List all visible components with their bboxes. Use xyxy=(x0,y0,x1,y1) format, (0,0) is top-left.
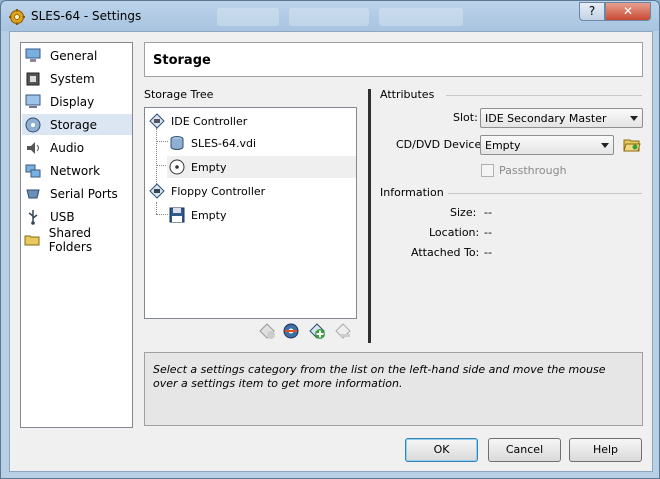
sidebar-item-general[interactable]: General xyxy=(22,45,132,66)
background-toolbar-ghost xyxy=(217,8,279,26)
cd-device-select[interactable]: Empty xyxy=(480,135,614,155)
passthrough-checkbox[interactable] xyxy=(481,164,494,177)
sidebar-item-usb[interactable]: USB xyxy=(22,206,132,227)
passthrough-label: Passthrough xyxy=(499,164,567,177)
panel-splitter[interactable] xyxy=(368,89,371,343)
cd-device-label: CD/DVD Device: xyxy=(396,138,485,151)
floppy-controller-icon xyxy=(149,183,165,199)
background-toolbar-ghost xyxy=(379,8,463,26)
add-controller-icon[interactable] xyxy=(258,322,276,340)
title-bar: SLES-64 - Settings ? ✕ xyxy=(1,1,659,31)
dialog-body: General System Display Storage Audio Net… xyxy=(9,31,653,472)
location-value: -- xyxy=(484,226,492,239)
sidebar-item-label: Storage xyxy=(50,117,97,132)
help-text-panel: Select a settings category from the list… xyxy=(144,352,643,426)
disk-icon xyxy=(24,117,42,133)
tree-item-label: Empty xyxy=(191,208,227,222)
sidebar-item-label: System xyxy=(50,71,95,86)
tree-item-label: SLES-64.vdi xyxy=(191,136,257,150)
attributes-heading: Attributes xyxy=(380,88,435,101)
monitor-icon xyxy=(24,48,42,64)
remove-attachment-icon[interactable] xyxy=(334,322,352,340)
section-divider xyxy=(448,193,642,194)
sidebar-item-label: Serial Ports xyxy=(50,186,118,201)
slot-value: IDE Secondary Master xyxy=(485,111,607,125)
sidebar-item-network[interactable]: Network xyxy=(22,160,132,181)
tree-connector xyxy=(156,141,168,142)
ok-button[interactable]: OK xyxy=(405,438,478,462)
speaker-icon xyxy=(24,140,42,156)
sidebar-item-label: Shared Folders xyxy=(48,225,93,254)
background-toolbar-ghost xyxy=(289,8,369,26)
tree-hard-disk[interactable]: SLES-64.vdi xyxy=(169,132,354,154)
information-heading: Information xyxy=(380,186,444,199)
gear-icon xyxy=(9,9,25,25)
sidebar-item-display[interactable]: Display xyxy=(22,91,132,112)
size-label: Size: xyxy=(450,206,477,219)
tree-connector xyxy=(156,128,157,184)
tree-connector xyxy=(156,214,168,215)
window-title: SLES-64 - Settings xyxy=(31,9,142,23)
sidebar-item-label: General xyxy=(50,48,98,63)
help-button[interactable]: Help xyxy=(569,438,642,462)
network-icon xyxy=(24,163,42,179)
location-label: Location: xyxy=(429,226,480,239)
serial-port-icon xyxy=(24,186,42,202)
chevron-down-icon xyxy=(601,143,609,148)
chip-icon xyxy=(24,71,42,87)
settings-window: SLES-64 - Settings ? ✕ General System Di… xyxy=(0,0,660,479)
page-title: Storage xyxy=(153,53,211,68)
storage-tree-label: Storage Tree xyxy=(144,88,214,101)
sidebar-item-label: Network xyxy=(50,163,101,178)
tree-cd-drive[interactable]: Empty xyxy=(167,156,356,178)
usb-icon xyxy=(24,209,42,225)
add-attachment-icon[interactable] xyxy=(308,322,326,340)
sidebar-item-label: Display xyxy=(50,94,95,109)
tree-ide-controller[interactable]: IDE Controller xyxy=(149,110,354,132)
sidebar-item-shared-folders[interactable]: Shared Folders xyxy=(22,226,132,254)
attached-to-value: -- xyxy=(484,246,492,259)
display-icon xyxy=(24,94,42,110)
slot-label: Slot: xyxy=(453,111,478,124)
tree-item-label: Empty xyxy=(191,160,227,174)
attached-to-label: Attached To: xyxy=(411,246,480,259)
cd-device-value: Empty xyxy=(485,138,521,152)
add-cd-icon[interactable] xyxy=(282,322,300,340)
help-text: Select a settings category from the list… xyxy=(153,363,606,390)
floppy-disk-icon xyxy=(169,207,185,223)
tree-floppy-controller[interactable]: Floppy Controller xyxy=(149,180,354,202)
slot-select[interactable]: IDE Secondary Master xyxy=(480,108,643,128)
storage-tree[interactable]: IDE Controller SLES-64.vdi Empty Floppy … xyxy=(144,107,357,319)
sidebar-item-system[interactable]: System xyxy=(22,68,132,89)
tree-item-label: IDE Controller xyxy=(171,114,248,128)
hard-disk-icon xyxy=(169,135,185,151)
sidebar-item-label: Audio xyxy=(50,140,85,155)
ide-controller-icon xyxy=(149,113,165,129)
tree-connector xyxy=(156,202,157,214)
size-value: -- xyxy=(484,206,492,219)
folder-icon xyxy=(24,232,41,248)
cancel-button[interactable]: Cancel xyxy=(488,438,561,462)
tree-item-label: Floppy Controller xyxy=(171,184,266,198)
optical-disc-icon xyxy=(169,159,185,175)
sidebar-item-label: USB xyxy=(50,209,75,224)
title-help-button[interactable]: ? xyxy=(579,2,605,21)
open-folder-icon[interactable] xyxy=(623,137,641,153)
section-divider xyxy=(446,95,642,96)
title-close-button[interactable]: ✕ xyxy=(605,2,651,21)
page-header: Storage xyxy=(144,42,643,77)
sidebar-item-storage[interactable]: Storage xyxy=(22,114,132,135)
tree-floppy-drive[interactable]: Empty xyxy=(169,204,354,226)
category-list: General System Display Storage Audio Net… xyxy=(20,42,133,428)
sidebar-item-serial-ports[interactable]: Serial Ports xyxy=(22,183,132,204)
chevron-down-icon xyxy=(630,116,638,121)
sidebar-item-audio[interactable]: Audio xyxy=(22,137,132,158)
